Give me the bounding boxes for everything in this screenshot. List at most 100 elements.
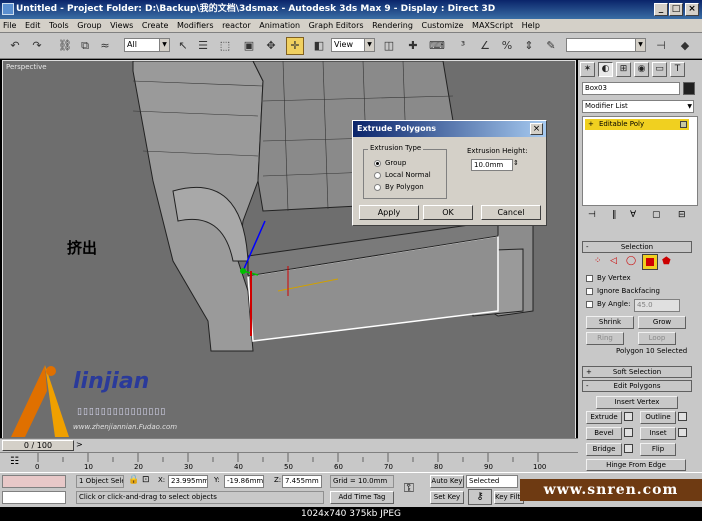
insert-vertex-button[interactable]: Insert Vertex — [596, 396, 678, 409]
menu-views[interactable]: Views — [107, 19, 136, 33]
border-level-icon[interactable]: ◯ — [626, 256, 636, 266]
apply-button[interactable]: Apply — [359, 205, 419, 220]
height-spinner-icon[interactable]: ⇕ — [513, 159, 519, 167]
extrude-settings-icon[interactable] — [624, 412, 633, 421]
object-color-swatch[interactable] — [683, 82, 695, 95]
motion-tab-icon[interactable]: ◉ — [634, 62, 649, 77]
select-move-icon[interactable]: ✥ — [262, 37, 280, 55]
pivot-center-icon[interactable]: ◫ — [380, 37, 398, 55]
window-crossing-icon[interactable]: ▣ — [240, 37, 258, 55]
menu-rendering[interactable]: Rendering — [369, 19, 416, 33]
stack-item-editable-poly[interactable]: + Editable Poly — [585, 119, 689, 130]
select-manipulate-icon[interactable]: ✚ — [404, 37, 422, 55]
y-coordinate-field[interactable]: -19.86mm — [224, 475, 264, 488]
outline-settings-icon[interactable] — [678, 412, 687, 421]
key-filter-selected-dropdown[interactable]: Selected — [466, 475, 518, 488]
hinge-from-edge-button[interactable]: Hinge From Edge — [586, 459, 686, 471]
selection-filter-dropdown[interactable]: All ▼ — [124, 38, 170, 52]
percent-snap-icon[interactable]: % — [498, 37, 516, 55]
pin-stack-icon[interactable]: ⊣ — [588, 210, 596, 220]
by-vertex-checkbox[interactable]: By Vertex — [586, 274, 631, 282]
maximize-button[interactable]: □ — [669, 3, 683, 16]
z-coordinate-field[interactable]: 7.455mm — [282, 475, 322, 488]
bevel-button[interactable]: Bevel — [586, 427, 622, 440]
minimize-button[interactable]: _ — [654, 3, 668, 16]
redo-icon[interactable]: ↷ — [28, 37, 46, 55]
inset-settings-icon[interactable] — [678, 428, 687, 437]
auto-key-button[interactable]: Auto Key — [430, 475, 464, 488]
maxscript-listener-field[interactable] — [2, 475, 66, 488]
cancel-button[interactable]: Cancel — [481, 205, 541, 220]
menu-edit[interactable]: Edit — [22, 19, 44, 33]
configure-sets-icon[interactable]: ⊟ — [678, 210, 686, 220]
inset-button[interactable]: Inset — [640, 427, 676, 440]
set-key-icon[interactable]: ⚷ — [468, 489, 492, 505]
polygon-level-icon[interactable] — [642, 254, 658, 270]
create-tab-icon[interactable]: ✶ — [580, 62, 595, 77]
vertex-level-icon[interactable]: ⁘ — [594, 256, 602, 266]
modifier-list-dropdown[interactable]: Modifier List ▼ — [582, 100, 694, 113]
menu-tools[interactable]: Tools — [46, 19, 72, 33]
selection-rollout-header[interactable]: - Selection — [582, 241, 692, 253]
flip-button[interactable]: Flip — [640, 443, 676, 456]
lock-selection-icon[interactable]: 🔒 — [128, 475, 139, 485]
rectangular-selection-icon[interactable]: ⬚ — [216, 37, 234, 55]
time-slider-thumb[interactable]: 0 / 100 — [2, 440, 74, 451]
loop-button[interactable]: Loop — [638, 332, 676, 345]
soft-selection-rollout-header[interactable]: + Soft Selection — [582, 366, 692, 378]
select-rotate-icon[interactable]: ✛ — [286, 37, 304, 55]
menu-reactor[interactable]: reactor — [219, 19, 254, 33]
perspective-viewport[interactable]: Perspective 挤出 linjian ▯▯▯▯▯▯▯▯▯▯▯▯▯▯▯ w… — [2, 60, 576, 451]
menu-create[interactable]: Create — [139, 19, 172, 33]
align-icon[interactable]: ◆ — [676, 37, 694, 55]
absolute-mode-icon[interactable]: ⊡ — [142, 475, 150, 485]
menu-animation[interactable]: Animation — [256, 19, 303, 33]
bridge-settings-icon[interactable] — [624, 444, 633, 453]
ring-button[interactable]: Ring — [586, 332, 624, 345]
menu-customize[interactable]: Customize — [419, 19, 467, 33]
utilities-tab-icon[interactable]: T — [670, 62, 685, 77]
menu-modifiers[interactable]: Modifiers — [174, 19, 217, 33]
menu-graph-editors[interactable]: Graph Editors — [306, 19, 367, 33]
named-selection-icon[interactable]: ✎ — [542, 37, 560, 55]
reference-coordinate-dropdown[interactable]: View ▼ — [331, 38, 375, 52]
expand-icon[interactable]: + — [588, 119, 594, 130]
display-tab-icon[interactable]: ▭ — [652, 62, 667, 77]
set-key-button[interactable]: Set Key — [430, 491, 464, 504]
extrude-button[interactable]: Extrude — [586, 411, 622, 424]
shrink-button[interactable]: Shrink — [586, 316, 634, 329]
radio-by-polygon[interactable]: By Polygon — [374, 183, 424, 191]
angle-snap-icon[interactable]: ∠ — [476, 37, 494, 55]
named-selection-sets-dropdown[interactable]: ▼ — [566, 38, 646, 52]
remove-modifier-icon[interactable]: ▢ — [652, 210, 661, 220]
menu-file[interactable]: File — [0, 19, 19, 33]
stack-toggle-icon[interactable] — [680, 121, 687, 128]
ignore-backfacing-checkbox[interactable]: Ignore Backfacing — [586, 287, 660, 295]
keyboard-shortcut-icon[interactable]: ⌨ — [428, 37, 446, 55]
angle-field[interactable]: 45.0 — [634, 299, 680, 312]
dialog-close-button[interactable]: × — [530, 123, 543, 135]
menu-group[interactable]: Group — [74, 19, 104, 33]
edit-polygons-rollout-header[interactable]: - Edit Polygons — [582, 380, 692, 392]
maxscript-mini-field[interactable] — [2, 491, 66, 504]
extrusion-height-field[interactable]: 10.0mm — [471, 159, 513, 171]
curve-editor-icon[interactable]: ☷ — [10, 456, 19, 467]
close-button[interactable]: × — [685, 3, 699, 16]
element-level-icon[interactable]: ⬟ — [662, 256, 671, 267]
track-bar[interactable]: ☷ 0 10 20 30 40 50 60 70 80 90 100 — [0, 452, 578, 472]
edge-level-icon[interactable]: ◁ — [610, 256, 617, 266]
ok-button[interactable]: OK — [423, 205, 473, 220]
add-time-tag-button[interactable]: Add Time Tag — [330, 491, 394, 504]
bevel-settings-icon[interactable] — [624, 428, 633, 437]
radio-group[interactable]: Group — [374, 159, 406, 167]
time-slider[interactable]: 0 / 100 > — [0, 438, 578, 452]
make-unique-icon[interactable]: ∀ — [630, 210, 636, 220]
modify-tab-icon[interactable]: ◐ — [598, 62, 613, 77]
x-coordinate-field[interactable]: 23.995mm — [168, 475, 208, 488]
next-frame-icon[interactable]: > — [76, 440, 83, 449]
outline-button[interactable]: Outline — [640, 411, 676, 424]
mirror-icon[interactable]: ⊣ — [652, 37, 670, 55]
link-icon[interactable]: ⛓ — [56, 37, 74, 55]
bridge-button[interactable]: Bridge — [586, 443, 622, 456]
snap-toggle-icon[interactable]: ³ — [454, 37, 472, 55]
